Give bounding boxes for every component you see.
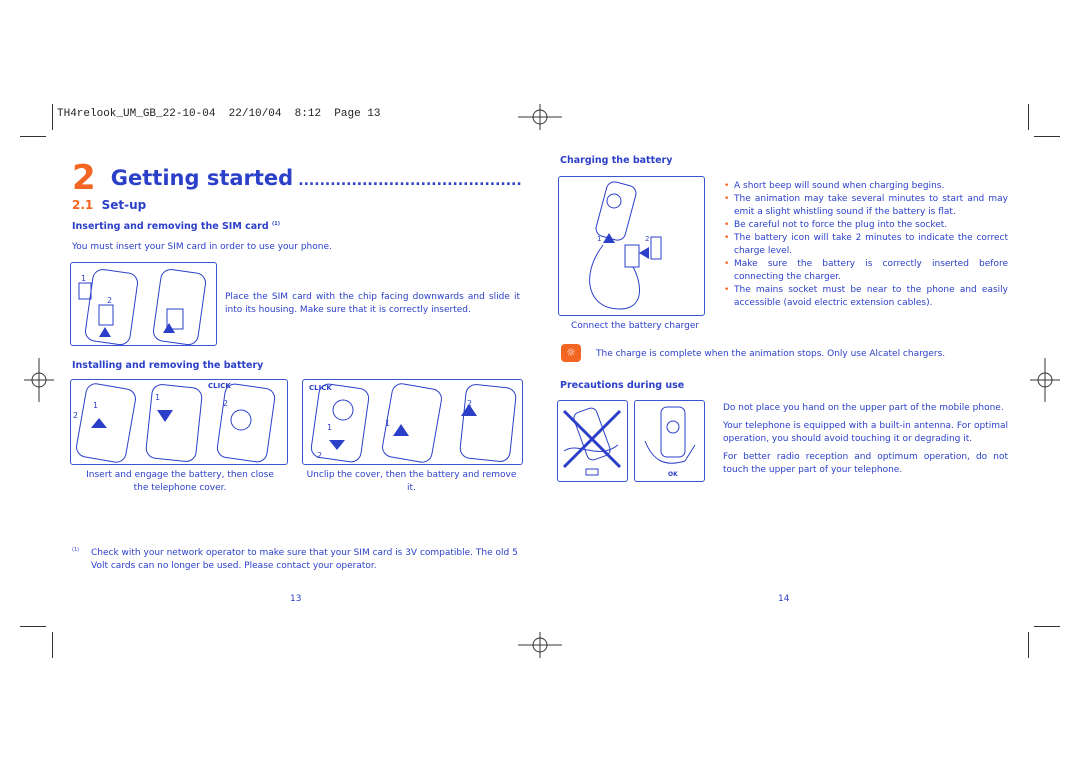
registration-mark-bottom [518,632,562,658]
bullet-item: Make sure the battery is correctly inser… [722,258,1008,284]
insert-caption: Insert and engage the battery, then clos… [86,470,274,493]
svg-text:2: 2 [223,399,228,408]
svg-text:1: 1 [327,423,332,432]
charger-illustration: 12 [558,176,705,316]
sim-illustration: 12 [70,262,217,346]
bullet-item: The animation may take several minutes t… [722,193,1008,219]
print-slug: TH4relook_UM_GB_22-10-04 22/10/04 8:12 P… [57,108,380,120]
footnote-ref: (1) [271,221,280,227]
bullet-item: The battery icon will take 2 minutes to … [722,232,1008,258]
svg-text:2: 2 [645,235,649,243]
charging-heading: Charging the battery [560,155,673,166]
click-label: CLICK [208,382,231,390]
svg-text:1: 1 [597,235,601,243]
charging-bullets: A short beep will sound when charging be… [722,180,1008,310]
hand-cross-icon [562,407,622,476]
precaution-item: For better radio reception and optimum o… [723,452,1008,475]
precautions-heading: Precautions during use [560,380,685,391]
svg-text:2: 2 [73,411,78,420]
slug-page: Page 13 [334,108,381,120]
lightbulb-tip-icon: ☼ [561,344,581,362]
svg-text:1: 1 [81,274,86,283]
battery-insert-illustration: 2 1 1 2 CLICK [70,379,288,465]
charger-caption: Connect the battery charger [571,321,700,331]
svg-text:2: 2 [317,451,322,460]
battery-heading: Installing and removing the battery [72,360,264,371]
precaution-item: Do not place you hand on the upper part … [723,403,1004,413]
svg-text:1: 1 [155,393,160,402]
chapter-title-text: Getting started [110,166,294,190]
wrong-grip-illustration [557,400,628,482]
slug-time: 8:12 [294,108,322,120]
tip-text: The charge is complete when the animatio… [596,349,946,359]
phone-battery-remove-icon: 2 1 1 2 [310,383,517,463]
ok-label: OK [668,471,678,478]
manual-spread: TH4relook_UM_GB_22-10-04 22/10/04 8:12 P… [0,0,1080,763]
section-title: Set-up [101,198,147,212]
svg-text:1: 1 [93,401,98,410]
page-number-left: 13 [290,594,302,604]
svg-text:1: 1 [385,419,390,428]
click-label: CLICK [309,384,332,392]
phone-charger-icon: 12 [589,181,662,310]
page-number-right: 14 [778,594,790,604]
svg-text:2: 2 [107,296,112,305]
slug-date: 22/10/04 [228,108,282,120]
sim-heading: Inserting and removing the SIM card (1) [72,221,280,232]
crop-mark [1034,626,1060,627]
precaution-item: Your telephone is equipped with a built-… [723,421,1008,444]
footnote: Check with your network operator to make… [91,548,518,571]
registration-mark-right [1030,358,1060,402]
correct-grip-illustration: OK [634,400,705,482]
footnote-mark: (1) [72,547,80,553]
sim-heading-text: Inserting and removing the SIM card [72,221,269,233]
bullet-item: The mains socket must be near to the pho… [722,284,1008,310]
phone-sim-icon: 12 [78,269,206,345]
bullet-item: A short beep will sound when charging be… [722,180,1008,193]
chapter-number: 2 [72,158,96,198]
bullet-item: Be careful not to force the plug into th… [722,219,1008,232]
crop-mark [20,136,46,137]
registration-mark-left [24,358,54,402]
registration-mark-top [518,104,562,130]
crop-mark [1028,104,1029,130]
unclip-caption: Unclip the cover, then the battery and r… [306,470,517,493]
chapter-leader: ........................................… [298,173,522,189]
crop-mark [20,626,46,627]
hand-ok-icon [644,406,696,464]
crop-mark [1028,632,1029,658]
battery-remove-illustration: 2 1 1 2 CLICK [302,379,523,465]
section-number: 2.1 [72,198,94,212]
precautions-text: Do not place you hand on the upper part … [723,402,1008,477]
sim-intro: You must insert your SIM card in order t… [72,242,332,252]
crop-mark [52,104,53,130]
crop-mark [52,632,53,658]
svg-text:2: 2 [467,399,472,408]
slug-file: TH4relook_UM_GB_22-10-04 [57,108,216,120]
section-heading: 2.1 Set-up [72,198,146,212]
phone-battery-insert-icon: 2 1 1 2 [73,383,276,463]
chapter-title: 2 Getting started ......................… [72,158,522,198]
crop-mark [1034,136,1060,137]
sim-caption: Place the SIM card with the chip facing … [225,292,520,315]
